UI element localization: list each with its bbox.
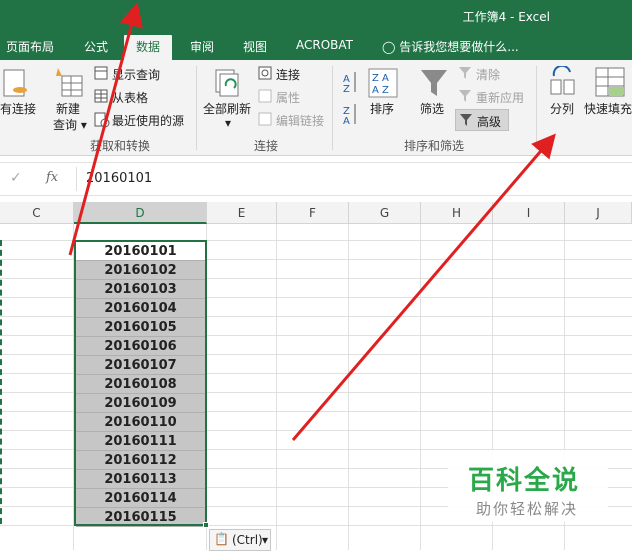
tab-page-layout[interactable]: 页面布局 (6, 38, 54, 55)
clear-button[interactable]: 清除 (476, 66, 500, 83)
gridline (348, 224, 349, 550)
group-label-get-transform: 获取和转换 (90, 139, 151, 153)
connections-button[interactable]: 连接 (276, 66, 300, 83)
column-header-g[interactable]: G (349, 202, 421, 224)
ribbon-tabs: 页面布局 公式 数据 审阅 视图 ACROBAT ◯ 告诉我您想要做什么... (0, 32, 632, 60)
sort-icon: Z A A Z (368, 68, 398, 98)
insert-function-icon[interactable]: fx (46, 170, 58, 185)
column-header-h[interactable]: H (421, 202, 493, 224)
filter-button[interactable]: 筛选 (420, 100, 444, 117)
formula-input[interactable]: 20160101 (86, 171, 152, 186)
tab-acrobat[interactable]: ACROBAT (296, 38, 353, 52)
column-header-c[interactable]: C (0, 202, 74, 224)
show-queries-icon (94, 66, 108, 80)
gridline (276, 224, 277, 550)
group-label-sort-filter: 排序和筛选 (404, 139, 465, 153)
column-header-j[interactable]: J (565, 202, 632, 224)
formula-bar: ✓ fx 20160101 (0, 162, 632, 196)
title-bar: 工作簿4 - Excel (0, 0, 632, 32)
reapply-icon (459, 90, 471, 102)
recent-sources-button[interactable]: 最近使用的源 (112, 112, 184, 129)
text-to-columns-icon (550, 66, 575, 95)
text-to-columns-button[interactable]: 分列 (550, 100, 574, 117)
gridline (420, 224, 421, 550)
new-query-button[interactable]: 新建 (56, 100, 80, 117)
ribbon-separator (332, 66, 333, 150)
column-header-e[interactable]: E (207, 202, 277, 224)
check-icon[interactable]: ✓ (10, 170, 22, 186)
tab-data[interactable]: 数据 (124, 35, 173, 60)
from-table-button[interactable]: 从表格 (112, 89, 148, 106)
tell-me-text: 告诉我您想要做什么... (399, 40, 519, 54)
new-query-button-line2[interactable]: 查询 ▾ (53, 116, 87, 133)
reapply-button[interactable]: 重新应用 (476, 89, 524, 106)
watermark-logo: 百科全说 助你轻松解决 (448, 450, 608, 522)
copy-marquee (0, 240, 3, 524)
svg-text:A: A (343, 116, 350, 127)
ribbon-separator (536, 66, 537, 150)
paste-options-label: (Ctrl) (232, 533, 263, 547)
chevron-down-icon: ▾ (262, 533, 269, 547)
ribbon-separator (196, 66, 197, 150)
existing-connections-icon (3, 69, 27, 97)
sort-az-icon: A Z Z A (343, 72, 356, 127)
paste-options-button[interactable]: 📋 (Ctrl) ▾ (209, 529, 271, 551)
filter-icon (421, 70, 447, 96)
properties-button[interactable]: 属性 (276, 89, 300, 106)
advanced-filter-icon (460, 114, 472, 126)
column-headers: C D E F G H I J (0, 202, 632, 224)
column-header-d[interactable]: D (74, 202, 207, 224)
watermark-main-text: 百科全说 (468, 466, 581, 496)
refresh-all-dropdown[interactable]: ▾ (225, 116, 231, 130)
connections-icon (258, 66, 272, 80)
fill-handle[interactable] (203, 522, 209, 528)
new-query-icon (56, 68, 83, 97)
flash-fill-icon (595, 67, 625, 97)
clipboard-icon: 📋 (214, 532, 229, 546)
window-title: 工作簿4 - Excel (462, 10, 550, 24)
column-header-i[interactable]: I (493, 202, 565, 224)
edit-links-icon (258, 112, 272, 126)
ribbon-data: 有连接 新建 查询 ▾ 显示查询 从表格 最近使用的源 获取和转换 全部刷新 ▾ (0, 60, 632, 156)
svg-text:A Z: A Z (372, 85, 389, 96)
edit-links-button[interactable]: 编辑链接 (276, 112, 324, 129)
from-table-icon (94, 89, 108, 103)
svg-text:Z: Z (343, 84, 350, 95)
show-queries-button[interactable]: 显示查询 (112, 66, 160, 83)
selection-range (74, 240, 207, 526)
tab-review[interactable]: 审阅 (190, 38, 214, 55)
tab-view[interactable]: 视图 (243, 38, 267, 55)
advanced-button[interactable]: 高级 (455, 109, 509, 131)
tell-me-box[interactable]: ◯ 告诉我您想要做什么... (382, 38, 519, 55)
group-label-connections: 连接 (254, 139, 279, 153)
flash-fill-button[interactable]: 快速填充 (584, 100, 632, 117)
refresh-all-icon (215, 69, 239, 97)
existing-connections-button[interactable]: 有连接 (0, 100, 36, 117)
tab-formulas[interactable]: 公式 (84, 38, 108, 55)
refresh-all-button[interactable]: 全部刷新 (203, 100, 251, 117)
column-header-f[interactable]: F (277, 202, 349, 224)
sort-button[interactable]: 排序 (370, 100, 394, 117)
lightbulb-icon: ◯ (382, 40, 396, 54)
formula-divider (76, 167, 77, 191)
svg-text:Z A: Z A (372, 73, 389, 84)
properties-icon (258, 89, 272, 103)
recent-sources-icon (94, 112, 110, 128)
advanced-label: 高级 (477, 115, 502, 129)
clear-filter-icon (459, 67, 471, 79)
watermark-sub-text: 助你轻松解决 (476, 500, 579, 518)
